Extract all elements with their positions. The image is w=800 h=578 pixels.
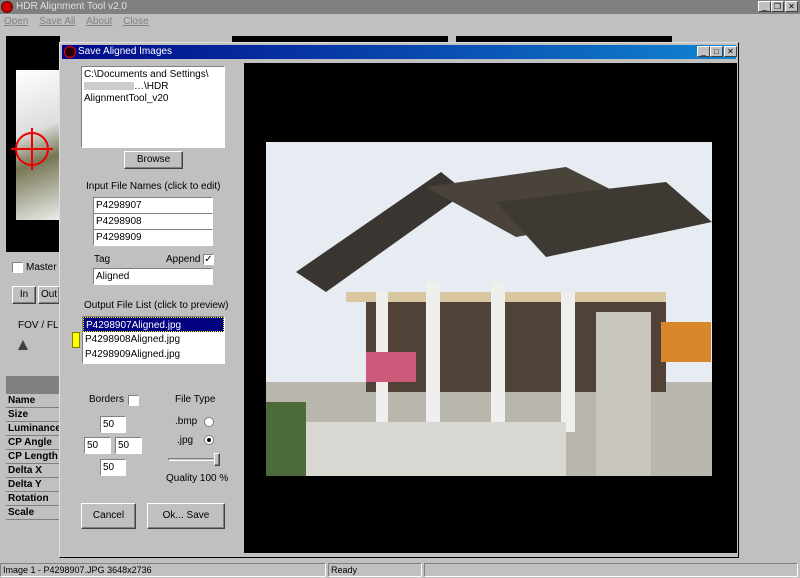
menu-bar: Open Save All About Close (0, 14, 800, 29)
borders-label: Borders (89, 394, 125, 405)
output-file-item[interactable]: P4298909Aligned.jpg (83, 347, 224, 362)
out-button[interactable]: Out (38, 286, 60, 304)
main-restore-button[interactable]: ❐ (771, 1, 784, 12)
browse-button[interactable]: Browse (124, 151, 183, 169)
cancel-button[interactable]: Cancel (81, 503, 136, 529)
border-right-input[interactable]: 50 (115, 437, 142, 454)
input-file-1[interactable]: P4298907 (93, 197, 213, 214)
tag-label: Tag (94, 254, 111, 265)
quality-slider-thumb[interactable] (214, 453, 220, 466)
bmp-radio[interactable] (204, 417, 214, 427)
menu-close[interactable]: Close (119, 14, 153, 29)
main-title-bar: HDR Alignment Tool v2.0 (0, 0, 800, 14)
bmp-label: .bmp (175, 416, 198, 427)
path-line-2-text: …\HDR (134, 81, 169, 92)
jpg-label: .jpg (177, 435, 194, 446)
append-label: Append (166, 254, 201, 265)
main-window-title: HDR Alignment Tool v2.0 (16, 1, 127, 12)
dialog-title: Save Aligned Images (78, 46, 172, 57)
dialog-title-bar: Save Aligned Images (62, 45, 736, 59)
file-type-label: File Type (175, 394, 216, 405)
tag-input[interactable]: Aligned (93, 268, 213, 285)
fov-slider-thumb[interactable] (18, 340, 28, 350)
dialog-close-button[interactable]: ✕ (724, 46, 737, 57)
append-checkbox[interactable]: ✓ (203, 254, 214, 265)
table-row-cp-length: CP Length (6, 450, 60, 464)
output-path-box[interactable]: C:\Documents and Settings\ …\HDR Alignme… (81, 66, 225, 148)
path-line-3: AlignmentTool_v20 (84, 93, 169, 104)
right-background-area (742, 36, 798, 556)
path-redacted (84, 82, 134, 91)
table-row-size: Size (6, 408, 60, 422)
status-image-info: Image 1 - P4298907.JPG 3648x2736 (0, 563, 326, 577)
output-file-item[interactable]: P4298908Aligned.jpg (83, 332, 224, 347)
table-row-cp-angle: CP Angle (6, 436, 60, 450)
menu-save-all[interactable]: Save All (35, 14, 79, 29)
menu-open[interactable]: Open (0, 14, 32, 29)
quality-label: Quality 100 % (166, 473, 229, 484)
jpg-radio[interactable] (204, 435, 214, 445)
table-row-delta-x: Delta X (6, 464, 60, 478)
table-row-delta-y: Delta Y (6, 478, 60, 492)
dialog-minimize-button[interactable]: _ (697, 46, 710, 57)
path-line-2: …\HDR (84, 81, 222, 93)
master-checkbox[interactable] (12, 262, 23, 273)
input-files-label: Input File Names (click to edit) (86, 181, 221, 192)
status-state: Ready (328, 563, 422, 577)
temple-photo-illustration (266, 142, 712, 476)
main-close-button[interactable]: ✕ (785, 1, 798, 12)
in-button[interactable]: In (12, 286, 36, 304)
border-top-input[interactable]: 50 (100, 416, 126, 433)
master-label: Master (26, 262, 57, 273)
status-bar: Image 1 - P4298907.JPG 3648x2736 Ready (0, 561, 800, 578)
menu-about[interactable]: About (82, 14, 116, 29)
main-minimize-button[interactable]: _ (758, 1, 771, 12)
save-button[interactable]: Ok... Save (147, 503, 225, 529)
input-file-3[interactable]: P4298909 (93, 229, 213, 246)
crosshair-target-icon[interactable] (11, 128, 53, 170)
properties-table-header (6, 376, 60, 394)
table-row-name: Name (6, 394, 60, 408)
preview-marker (72, 332, 80, 348)
output-file-item-selected[interactable]: P4298907Aligned.jpg (83, 317, 224, 332)
dialog-logo-icon (64, 46, 76, 58)
fov-label: FOV / FL (18, 320, 59, 331)
borders-checkbox[interactable] (128, 395, 139, 406)
path-line-1: C:\Documents and Settings\ (84, 69, 209, 80)
output-list-label: Output File List (click to preview) (84, 300, 229, 311)
border-left-input[interactable]: 50 (84, 437, 111, 454)
output-file-list[interactable]: P4298907Aligned.jpg P4298908Aligned.jpg … (82, 316, 225, 364)
input-file-2[interactable]: P4298908 (93, 213, 213, 230)
quality-slider-track[interactable] (168, 458, 220, 461)
preview-photo[interactable] (266, 142, 712, 476)
table-row-scale: Scale (6, 506, 60, 520)
app-logo-icon (1, 1, 13, 13)
table-row-luminance: Luminance (6, 422, 61, 436)
status-extra (424, 563, 798, 577)
dialog-maximize-button[interactable]: □ (710, 46, 723, 57)
border-bottom-input[interactable]: 50 (100, 459, 126, 476)
table-row-rotation: Rotation (6, 492, 60, 506)
